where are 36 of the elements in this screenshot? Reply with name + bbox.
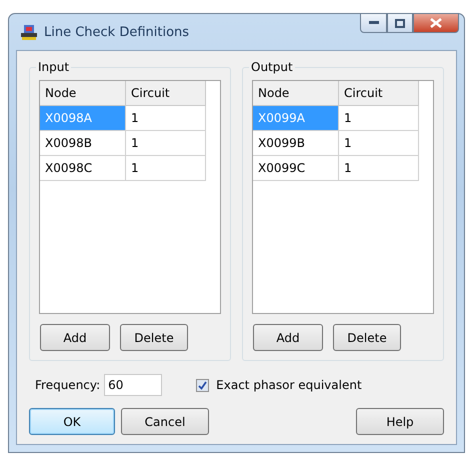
column-header[interactable]: Circuit [126, 81, 206, 106]
table-cell[interactable]: 1 [339, 131, 419, 156]
frequency-label: Frequency: [35, 378, 100, 392]
group-label: Output [249, 60, 295, 74]
checkbox[interactable] [196, 378, 210, 392]
group-label: Input [36, 60, 72, 74]
table-cell[interactable]: X0098B [40, 131, 126, 156]
minimize-button[interactable] [360, 13, 387, 33]
table-cell[interactable]: 1 [126, 131, 206, 156]
table-cell[interactable]: X0099B [253, 131, 339, 156]
table-cell[interactable]: X0099C [253, 156, 339, 181]
app-icon [20, 23, 38, 41]
cancel-button[interactable]: Cancel [121, 408, 209, 435]
column-header[interactable]: Node [40, 81, 126, 106]
maximize-icon [395, 18, 405, 28]
table-cell[interactable]: X0098C [40, 156, 126, 181]
add-button[interactable]: Add [40, 324, 110, 351]
checkbox-label: Exact phasor equivalent [216, 378, 362, 392]
checkmark-icon [198, 380, 208, 390]
window-title: Line Check Definitions [44, 24, 190, 40]
minimize-icon [368, 21, 378, 25]
column-header[interactable]: Circuit [339, 81, 419, 106]
table-cell[interactable]: 1 [339, 156, 419, 181]
close-button[interactable] [413, 13, 459, 33]
maximize-button[interactable] [387, 13, 413, 33]
frequency-field[interactable]: 60 [104, 374, 162, 396]
close-icon [430, 18, 442, 28]
help-button[interactable]: Help [356, 408, 444, 435]
add-button[interactable]: Add [253, 324, 323, 351]
table-cell[interactable]: 1 [126, 106, 206, 131]
delete-button[interactable]: Delete [333, 324, 401, 351]
delete-button[interactable]: Delete [120, 324, 188, 351]
column-header[interactable]: Node [253, 81, 339, 106]
table-cell[interactable]: 1 [339, 106, 419, 131]
table-cell[interactable]: 1 [126, 156, 206, 181]
ok-button[interactable]: OK [29, 408, 115, 435]
